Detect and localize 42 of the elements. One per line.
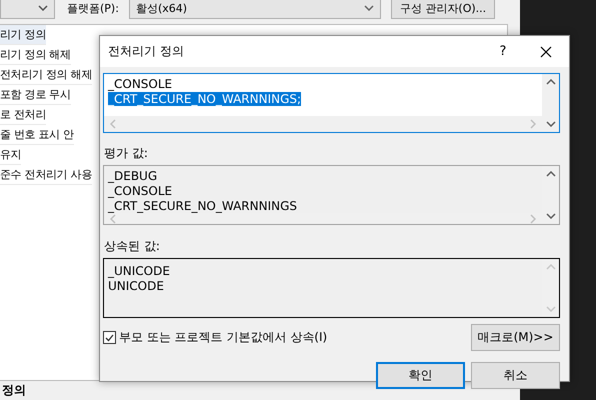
inherited-label: 상속된 값: xyxy=(104,238,161,255)
property-row[interactable]: 준수 전처리기 사용 xyxy=(0,165,92,185)
chevron-right-icon xyxy=(530,214,536,224)
inherit-checkbox[interactable] xyxy=(103,331,116,344)
chevron-down-icon xyxy=(38,5,48,11)
chevron-down-icon xyxy=(364,5,374,11)
chevron-down-icon xyxy=(546,213,556,219)
checkmark-icon xyxy=(105,334,114,342)
chevron-left-icon xyxy=(110,119,116,129)
configuration-manager-button[interactable]: 구성 관리자(O)... xyxy=(390,0,496,19)
chevron-down-icon xyxy=(546,121,556,127)
property-row[interactable]: 로 전처리 xyxy=(0,105,46,125)
inherit-checkbox-label: 부모 또는 프로젝트 기본값에서 상속(I) xyxy=(119,329,328,346)
evaluated-line: _CONSOLE xyxy=(108,184,172,198)
chevron-up-icon xyxy=(546,264,556,270)
property-row[interactable]: 포함 경로 무시 xyxy=(0,85,71,105)
cancel-button[interactable]: 취소 xyxy=(471,362,560,389)
property-row[interactable]: 줄 번호 표시 안 xyxy=(0,125,74,145)
definitions-field[interactable]: _CONSOLE _CRT_SECURE_NO_WARNNINGS; xyxy=(103,73,560,133)
evaluated-line: _CRT_SECURE_NO_WARNNINGS xyxy=(108,199,298,213)
platform-label: 플랫폼(P): xyxy=(67,0,119,16)
inherited-line: UNICODE xyxy=(108,279,164,293)
chevron-down-icon xyxy=(546,306,556,312)
property-row[interactable]: 유지 xyxy=(0,145,22,165)
close-icon xyxy=(540,46,552,58)
platform-dropdown[interactable]: 활성(x64) xyxy=(128,0,381,19)
evaluated-label: 평가 값: xyxy=(104,145,149,162)
property-row[interactable]: 전처리기 정의 해제 xyxy=(0,65,92,85)
help-button[interactable]: ? xyxy=(483,43,523,60)
definition-line: _CONSOLE xyxy=(108,77,172,91)
description-title: 정의 xyxy=(1,382,27,399)
ok-button[interactable]: 확인 xyxy=(376,362,465,389)
chevron-left-icon xyxy=(110,214,116,224)
property-row[interactable]: 리기 정의 해제 xyxy=(0,45,71,65)
chevron-up-icon xyxy=(546,79,556,85)
inherited-line: _UNICODE xyxy=(108,264,170,278)
dialog-title: 전처리기 정의 xyxy=(108,43,185,60)
evaluated-line: _DEBUG xyxy=(108,169,158,183)
chevron-right-icon xyxy=(530,119,536,129)
property-row[interactable]: 리기 정의 xyxy=(0,25,46,45)
chevron-up-icon xyxy=(546,171,556,177)
macros-button[interactable]: 매크로(M)>> xyxy=(471,324,560,351)
